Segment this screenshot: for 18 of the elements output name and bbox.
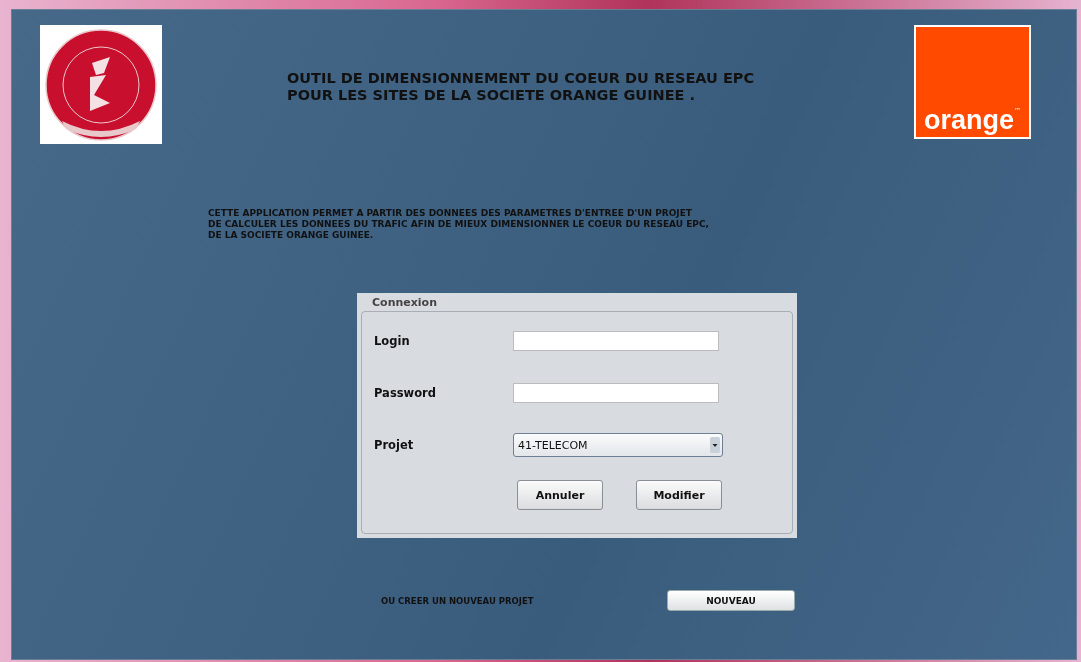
description-text: CETTE APPLICATION PERMET A PARTIR DES DONNEES DES PARAMETRES D'ENTREE D'UN PROJET [208, 208, 693, 219]
logo-wordmark: orange [924, 105, 1014, 135]
form-button[interactable]: Modifier [636, 480, 722, 510]
login-field[interactable] [513, 331, 719, 351]
form-button[interactable]: Annuler [517, 480, 603, 510]
new-project-button[interactable]: NOUVEAU [667, 590, 795, 611]
app-title: OUTIL DE DIMENSIONNEMENT DU COEUR DU RESEAU EPC [287, 70, 756, 87]
app-title: POUR LES SITES DE LA SOCIETE ORANGE GUINEE . [287, 87, 697, 104]
new-project-label: OU CREER UN NOUVEAU PROJET [381, 595, 535, 606]
panel-title: Connexion [371, 295, 437, 311]
caret-icon [710, 437, 720, 453]
project-dropdown[interactable]: 41-TELECOM [513, 433, 723, 457]
field-label: Login [374, 334, 411, 348]
description-text: DE LA SOCIETE ORANGE GUINEE. [208, 230, 375, 241]
password-field[interactable] [513, 383, 719, 403]
field-label: Projet [374, 438, 415, 452]
field-label: Password [374, 386, 437, 400]
description-text: DE CALCULER LES DONNEES DU TRAFIC AFIN DE MIEUX DIMENSIONNER LE COEUR DU RESEAU EPC, [208, 219, 710, 230]
